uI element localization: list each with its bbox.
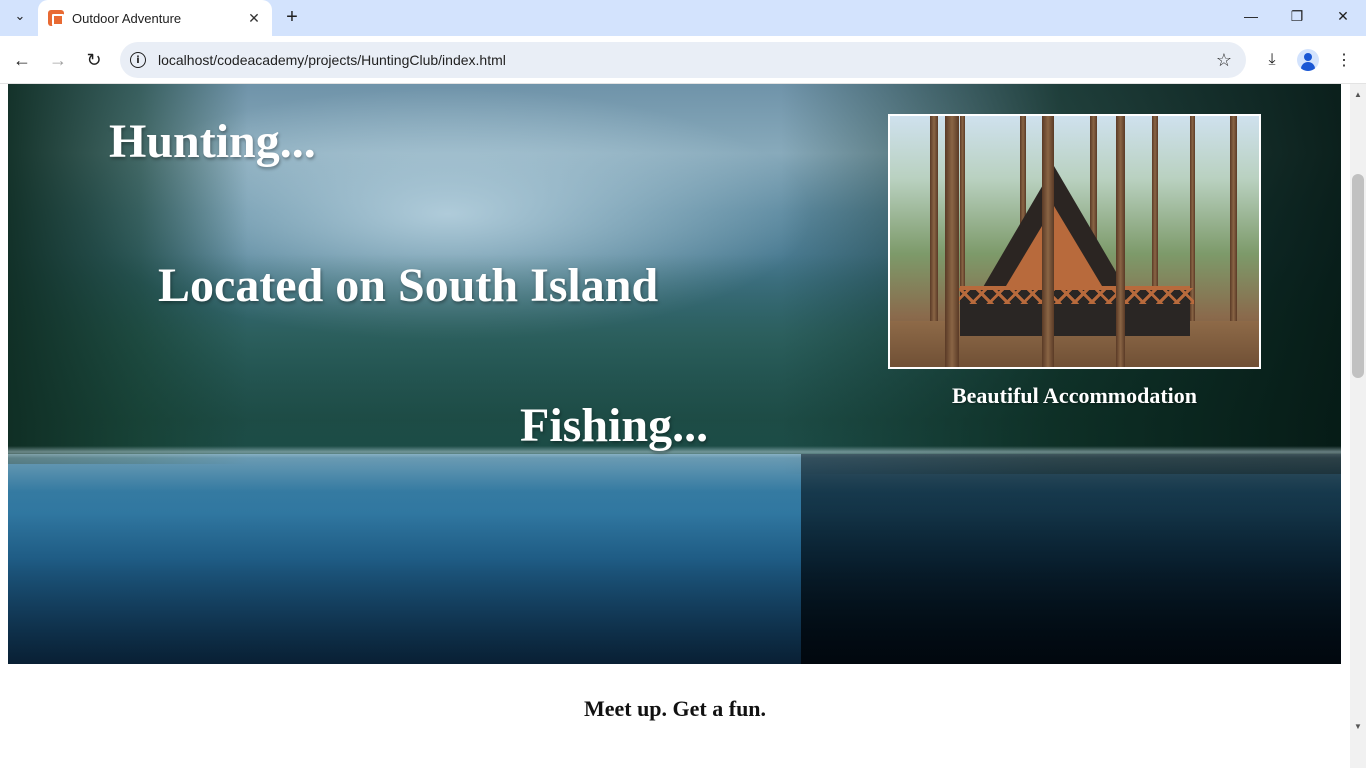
close-icon: ✕	[1337, 7, 1349, 24]
tab-search-button[interactable]: ⌄	[6, 4, 34, 28]
browser-toolbar: ← → ↻ i localhost/codeacademy/projects/H…	[0, 36, 1366, 84]
tree-trunk	[1116, 116, 1125, 367]
hero-banner: Hunting... Located on South Island Fishi…	[8, 84, 1341, 664]
active-tab[interactable]: Outdoor Adventure ✕	[38, 0, 272, 36]
arrow-left-icon: ←	[13, 49, 31, 70]
scroll-thumb[interactable]	[1352, 174, 1364, 378]
scroll-up-icon[interactable]: ▲	[1350, 86, 1366, 102]
hunting-heading: Hunting...	[109, 115, 316, 168]
download-icon: ⤓	[1268, 51, 1276, 68]
tree-trunk	[1042, 116, 1054, 367]
back-button[interactable]: ←	[8, 46, 36, 74]
vertical-scrollbar[interactable]: ▲ ▼	[1350, 84, 1366, 768]
menu-button[interactable]: ⋮	[1330, 46, 1358, 74]
tab-title: Outdoor Adventure	[72, 10, 182, 26]
chevron-down-icon: ⌄	[14, 8, 26, 23]
scroll-down-icon[interactable]: ▼	[1350, 718, 1366, 734]
new-tab-button[interactable]: +	[280, 5, 304, 29]
tree-trunk	[945, 116, 959, 367]
arrow-right-icon: →	[49, 49, 67, 70]
profile-button[interactable]	[1294, 46, 1322, 74]
location-heading: Located on South Island	[158, 259, 659, 312]
cabin-deck	[956, 288, 1194, 304]
reload-icon: ↻	[86, 49, 102, 70]
address-bar[interactable]: i localhost/codeacademy/projects/Hunting…	[120, 42, 1246, 78]
restore-icon: ❐	[1290, 7, 1304, 24]
star-icon[interactable]: ☆	[1216, 50, 1232, 71]
tree-trunk	[1190, 116, 1195, 346]
accommodation-photo	[888, 114, 1261, 369]
reload-button[interactable]: ↻	[80, 46, 108, 74]
info-icon[interactable]: i	[130, 52, 146, 68]
plus-icon: +	[286, 5, 298, 28]
photo-caption: Beautiful Accommodation	[951, 383, 1198, 408]
fishing-heading: Fishing...	[520, 399, 709, 452]
profile-icon	[1297, 49, 1319, 71]
lake-reflection	[801, 454, 1341, 664]
page-viewport: Hunting... Located on South Island Fishi…	[0, 84, 1350, 768]
restore-button[interactable]: ❐	[1274, 0, 1320, 32]
favicon-icon	[48, 10, 64, 26]
kebab-menu-icon: ⋮	[1336, 52, 1352, 69]
forward-button[interactable]: →	[44, 46, 72, 74]
tree-trunk	[1230, 116, 1237, 346]
tagline: Meet up. Get a fun.	[583, 696, 767, 721]
close-window-button[interactable]: ✕	[1320, 0, 1366, 32]
minimize-icon: —	[1244, 8, 1258, 24]
minimize-button[interactable]: —	[1228, 0, 1274, 32]
tab-close-icon[interactable]: ✕	[244, 8, 264, 28]
tab-strip: ⌄ Outdoor Adventure ✕ + — ❐ ✕	[0, 0, 1366, 36]
tree-trunk	[930, 116, 938, 346]
url-text[interactable]: localhost/codeacademy/projects/HuntingCl…	[158, 52, 1216, 68]
download-button[interactable]: ⤓	[1258, 46, 1286, 74]
